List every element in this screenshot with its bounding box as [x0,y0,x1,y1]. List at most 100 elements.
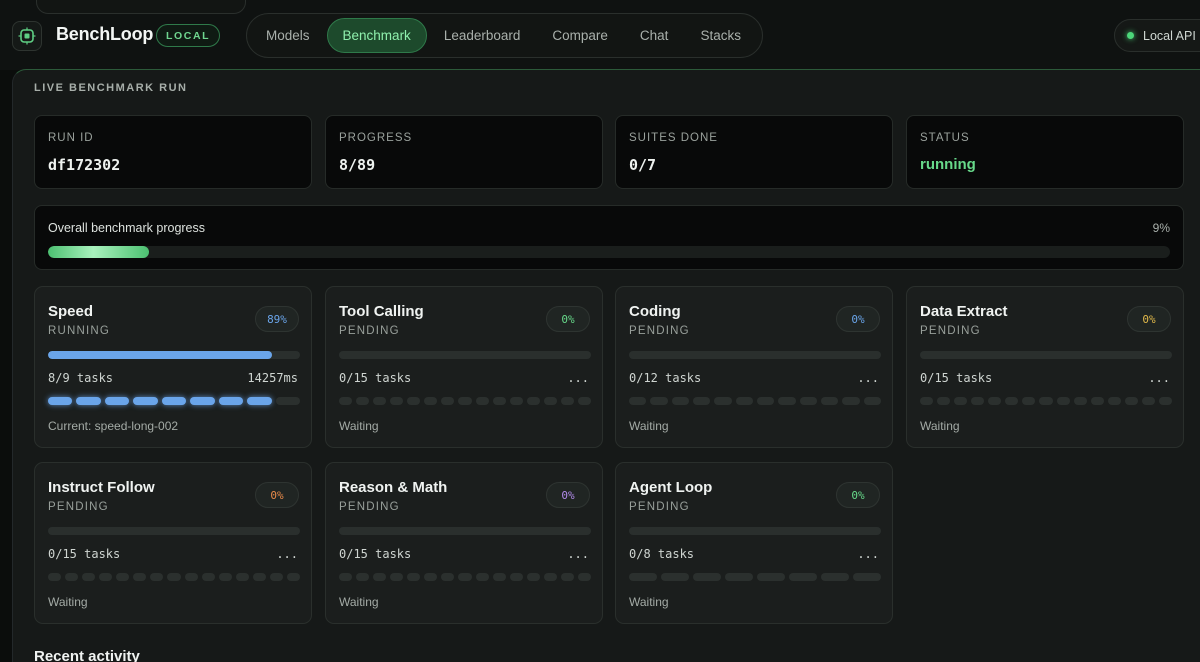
task-dot-pending [1022,397,1036,405]
task-dot-pending [509,573,523,581]
stat-progress: PROGRESS 8/89 [325,115,603,189]
suite-state: PENDING [339,501,400,513]
task-dot-pending [458,573,472,581]
task-dot-pending [407,573,421,581]
suite-card[interactable]: Speed RUNNING 89% 8/9 tasks 14257ms Current: … [34,286,312,448]
suite-progress-track [629,527,881,535]
task-dot-pending [526,573,540,581]
task-dot-pending [82,573,96,581]
task-dot-pending [184,573,198,581]
suite-progress-track [48,351,300,359]
benchloop-logo-icon[interactable] [12,21,42,51]
tab-benchmark[interactable]: Benchmark [326,18,427,53]
task-dot-pending [201,573,215,581]
suite-title: Reason & Math [339,479,448,496]
suite-footer: Current: speed-long-002 [48,419,179,433]
task-dot-pending [339,397,353,405]
suite-task-count: 0/8 tasks [629,547,695,561]
task-dot-pending [356,573,370,581]
task-dot-done [48,397,73,405]
task-dot-pending [1141,397,1155,405]
suite-task-count: 0/12 tasks [629,371,702,385]
task-dot-pending [821,573,849,581]
task-dot-pending [373,397,387,405]
suite-percent-badge: 0% [546,306,590,332]
stat-label: SUITES DONE [629,132,718,144]
stat-value: 8/89 [339,156,376,174]
suite-timing: ... [1148,371,1170,385]
suite-card[interactable]: Agent Loop PENDING 0% 0/8 tasks... Waiting [615,462,893,624]
suite-percent-badge: 0% [255,482,299,508]
brand-name[interactable]: BenchLoop [56,24,153,45]
suite-progress-track [629,351,881,359]
local-api-label: Local API [1143,28,1196,43]
task-dot-pending [820,397,839,405]
task-dot-pending [778,397,796,405]
suite-timing: 14257ms [247,371,298,385]
suite-card[interactable]: Tool Calling PENDING 0% 0/15 tasks... Waitin… [325,286,603,448]
suite-task-count: 0/15 tasks [48,547,121,561]
tab-leaderboard[interactable]: Leaderboard [429,18,536,53]
task-dot-pending [492,573,506,581]
task-dot-pending [150,573,164,581]
suite-task-dots [629,573,881,581]
suite-card[interactable]: Coding PENDING 0% 0/12 tasks... Waiting [615,286,893,448]
top-bar: BenchLoop LOCAL Models Benchmark Leaderb… [0,0,1200,70]
task-dot-pending [99,573,113,581]
overall-progress-percent: 9% [1152,221,1170,235]
task-dot-pending [407,397,421,405]
suite-task-count: 0/15 tasks [920,371,993,385]
tab-stacks[interactable]: Stacks [685,18,756,53]
task-dot-pending [937,397,951,405]
task-dot-pending [725,573,753,581]
suite-timing: ... [567,547,589,561]
task-dot-pending [133,573,147,581]
task-dot-pending [661,573,689,581]
task-dot-pending [1005,397,1019,405]
task-dot-pending [629,397,647,405]
suite-percent-badge: 0% [836,482,880,508]
suite-card[interactable]: Instruct Follow PENDING 0% 0/15 tasks... Wai… [34,462,312,624]
suite-state: PENDING [920,325,981,337]
stat-label: PROGRESS [339,132,413,144]
task-dot-pending [560,573,574,581]
task-dot-pending [339,573,353,581]
task-dot-done [104,397,130,405]
suite-percent-badge: 0% [1127,306,1171,332]
task-dot-pending [1107,397,1121,405]
status-dot-icon [1127,32,1134,39]
task-dot-pending [167,573,181,581]
suite-title: Data Extract [920,303,1008,320]
task-dot-pending [373,573,387,581]
suite-title: Coding [629,303,681,320]
stat-label: RUN ID [48,132,94,144]
local-api-status[interactable]: Local API [1114,19,1200,52]
task-dot-pending [509,397,523,405]
task-dot-pending [252,573,266,581]
tab-chat[interactable]: Chat [625,18,684,53]
task-dot-done [76,397,101,405]
stat-suites-done: SUITES DONE 0/7 [615,115,893,189]
suite-card[interactable]: Reason & Math PENDING 0% 0/15 tasks... Waiti… [325,462,603,624]
suite-percent-badge: 89% [255,306,299,332]
suite-footer: Waiting [629,419,669,433]
task-dot-pending [275,397,300,405]
task-dot-pending [692,397,711,405]
overall-progress-track [48,246,1170,258]
suite-title: Tool Calling [339,303,424,320]
task-dot-pending [1158,397,1172,405]
tab-models[interactable]: Models [251,18,325,53]
task-dot-pending [475,573,489,581]
suite-progress-track [339,527,591,535]
task-dot-pending [671,397,689,405]
task-dot-pending [954,397,968,405]
task-dot-pending [286,573,300,581]
task-dot-pending [390,397,404,405]
suite-footer: Waiting [48,595,88,609]
tab-compare[interactable]: Compare [537,18,623,53]
task-dot-pending [757,573,785,581]
task-dot-done [161,397,187,405]
suite-footer: Waiting [339,595,379,609]
suite-card[interactable]: Data Extract PENDING 0% 0/15 tasks... Waitin… [906,286,1184,448]
section-title: LIVE BENCHMARK RUN [34,82,188,94]
